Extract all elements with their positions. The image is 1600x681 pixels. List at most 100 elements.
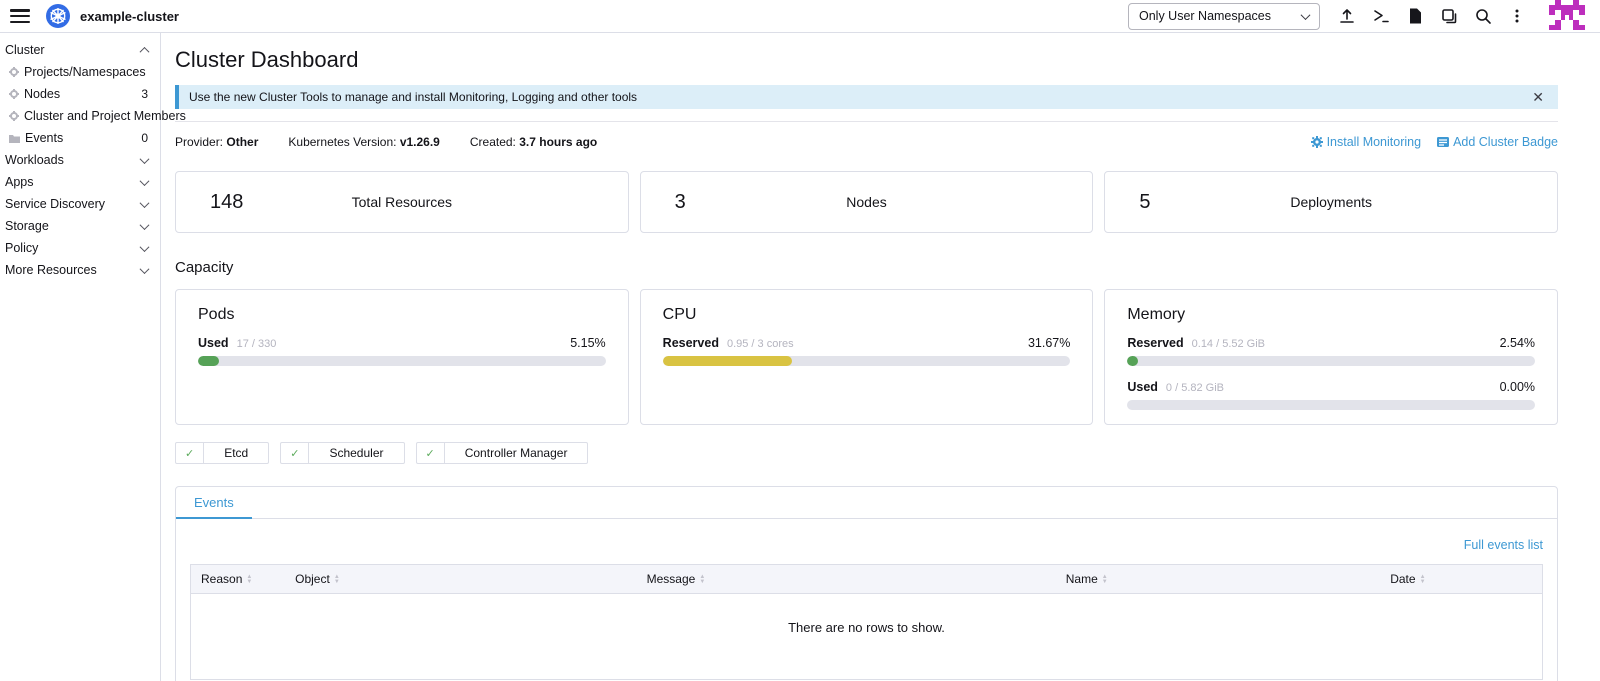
install-monitoring-link[interactable]: Install Monitoring [1311, 135, 1422, 149]
main-content: Cluster Dashboard Use the new Cluster To… [161, 33, 1600, 681]
events-tab-bar: Events [176, 487, 1557, 519]
gauge-labels: Reserved 0.14 / 5.52 GiB 2.54% [1127, 336, 1535, 350]
header-toolbar [1330, 3, 1534, 30]
component-status-row: ✓ Etcd ✓ Scheduler ✓ Controller Manager [175, 442, 1558, 464]
sidebar-group-cluster[interactable]: Cluster [0, 39, 160, 61]
scheduler-status-badge: ✓ Scheduler [280, 442, 404, 464]
sidebar-group-label: Service Discovery [5, 197, 105, 211]
memory-capacity-card: Memory Reserved 0.14 / 5.52 GiB 2.54% Us… [1104, 289, 1558, 425]
column-header-name[interactable]: Name▲▼ [1056, 565, 1380, 594]
import-yaml-button[interactable] [1330, 3, 1364, 30]
column-header-date[interactable]: Date ▲▼ [1380, 565, 1542, 594]
copy-icon [1440, 7, 1458, 25]
provider-meta: Provider: Other [175, 135, 258, 149]
column-header-object[interactable]: Object▲▼ [285, 565, 637, 594]
created-meta: Created: 3.7 hours ago [470, 135, 597, 149]
gauge-labels: Reserved 0.95 / 3 cores 31.67% [663, 336, 1071, 350]
sort-icon: ▲▼ [246, 575, 252, 585]
etcd-status-badge: ✓ Etcd [175, 442, 269, 464]
sidebar-group-label: Storage [5, 219, 49, 233]
top-header: example-cluster Only User Namespaces [0, 0, 1600, 33]
gauge-labels: Used 17 / 330 5.15% [198, 336, 606, 350]
sidebar-group-workloads[interactable]: Workloads [0, 149, 160, 171]
progress-bar [1127, 356, 1535, 366]
sidebar-group-label: Apps [5, 175, 34, 189]
sidebar-item-label: Events [25, 131, 63, 145]
cluster-meta-row: Provider: Other Kubernetes Version: v1.2… [175, 135, 1558, 149]
terminal-icon [1372, 7, 1390, 25]
more-options-button[interactable] [1500, 3, 1534, 30]
sidebar-item-projects-namespaces[interactable]: Projects/Namespaces [0, 61, 160, 83]
gauge-labels: Used 0 / 5.82 GiB 0.00% [1127, 380, 1535, 394]
nodes-count-badge: 3 [141, 87, 148, 101]
sidebar-group-storage[interactable]: Storage [0, 215, 160, 237]
link-label: Install Monitoring [1327, 135, 1422, 149]
namespace-filter-select[interactable]: Only User Namespaces [1128, 3, 1320, 30]
sidebar-item-label: Projects/Namespaces [24, 65, 146, 79]
cluster-name: example-cluster [80, 9, 179, 24]
column-header-message[interactable]: Message▲▼ [637, 565, 1056, 594]
gauge-label: Used [1127, 380, 1158, 394]
chevron-down-icon [140, 176, 150, 186]
kubernetes-version-meta: Kubernetes Version: v1.26.9 [288, 135, 439, 149]
gear-icon [1311, 136, 1323, 148]
capacity-heading: Capacity [175, 259, 1558, 276]
events-count-badge: 0 [141, 131, 148, 145]
chevron-down-icon [140, 154, 150, 164]
tab-events[interactable]: Events [176, 487, 252, 519]
events-table-header-row: Reason▲▼ Object▲▼ Message▲▼ Name▲▼ Date ▲… [191, 565, 1543, 594]
column-label: Date [1390, 572, 1415, 586]
nodes-label: Nodes [641, 194, 1093, 210]
sidebar-group-apps[interactable]: Apps [0, 171, 160, 193]
column-header-reason[interactable]: Reason▲▼ [191, 565, 286, 594]
kubeconfig-file-button[interactable] [1398, 3, 1432, 30]
copy-kubeconfig-button[interactable] [1432, 3, 1466, 30]
chevron-down-icon [140, 264, 150, 274]
empty-state-row: There are no rows to show. [191, 594, 1543, 680]
sidebar-item-label: Nodes [24, 87, 60, 101]
meta-value: Other [226, 135, 258, 149]
pods-capacity-card: Pods Used 17 / 330 5.15% [175, 289, 629, 425]
gauge-label: Used [198, 336, 229, 350]
check-icon: ✓ [417, 443, 445, 463]
gear-icon [9, 67, 19, 77]
gauge-percent: 31.67% [1028, 336, 1070, 350]
full-events-list-link[interactable]: Full events list [1464, 538, 1543, 552]
sort-icon: ▲▼ [1420, 575, 1426, 585]
progress-bar [1127, 400, 1535, 410]
total-resources-label: Total Resources [176, 194, 628, 210]
gauge-detail: 0 / 5.82 GiB [1166, 382, 1224, 394]
gauge-percent: 0.00% [1500, 380, 1535, 394]
link-label: Add Cluster Badge [1453, 135, 1558, 149]
sidebar-item-events[interactable]: Events 0 [0, 127, 160, 149]
card-title: Pods [198, 306, 606, 324]
namespace-filter-value: Only User Namespaces [1139, 9, 1271, 23]
total-resources-card: 148 Total Resources [175, 171, 629, 233]
user-avatar[interactable] [1540, 0, 1600, 32]
hamburger-menu-icon[interactable] [10, 9, 30, 23]
cluster-tools-banner: Use the new Cluster Tools to manage and … [175, 85, 1558, 109]
close-icon[interactable]: ✕ [1532, 90, 1544, 104]
deployments-card: 5 Deployments [1104, 171, 1558, 233]
sidebar-item-nodes[interactable]: Nodes 3 [0, 83, 160, 105]
progress-bar [198, 356, 606, 366]
empty-state-text: There are no rows to show. [191, 594, 1543, 680]
gauge-detail: 17 / 330 [237, 338, 277, 350]
progress-bar-fill [1127, 356, 1137, 366]
gauge-detail: 0.14 / 5.52 GiB [1192, 338, 1265, 350]
meta-value: v1.26.9 [400, 135, 440, 149]
chevron-down-icon [140, 242, 150, 252]
gauge-percent: 5.15% [570, 336, 605, 350]
gauge-label: Reserved [663, 336, 719, 350]
nodes-card: 3 Nodes [640, 171, 1094, 233]
component-label: Etcd [204, 443, 268, 463]
kubectl-shell-button[interactable] [1364, 3, 1398, 30]
gauge-percent: 2.54% [1500, 336, 1535, 350]
sidebar-group-policy[interactable]: Policy [0, 237, 160, 259]
search-button[interactable] [1466, 3, 1500, 30]
sidebar-group-more-resources[interactable]: More Resources [0, 259, 160, 281]
search-icon [1474, 7, 1492, 25]
sidebar-group-service-discovery[interactable]: Service Discovery [0, 193, 160, 215]
add-cluster-badge-link[interactable]: Add Cluster Badge [1437, 135, 1558, 149]
sidebar-item-cluster-project-members[interactable]: Cluster and Project Members [0, 105, 160, 127]
